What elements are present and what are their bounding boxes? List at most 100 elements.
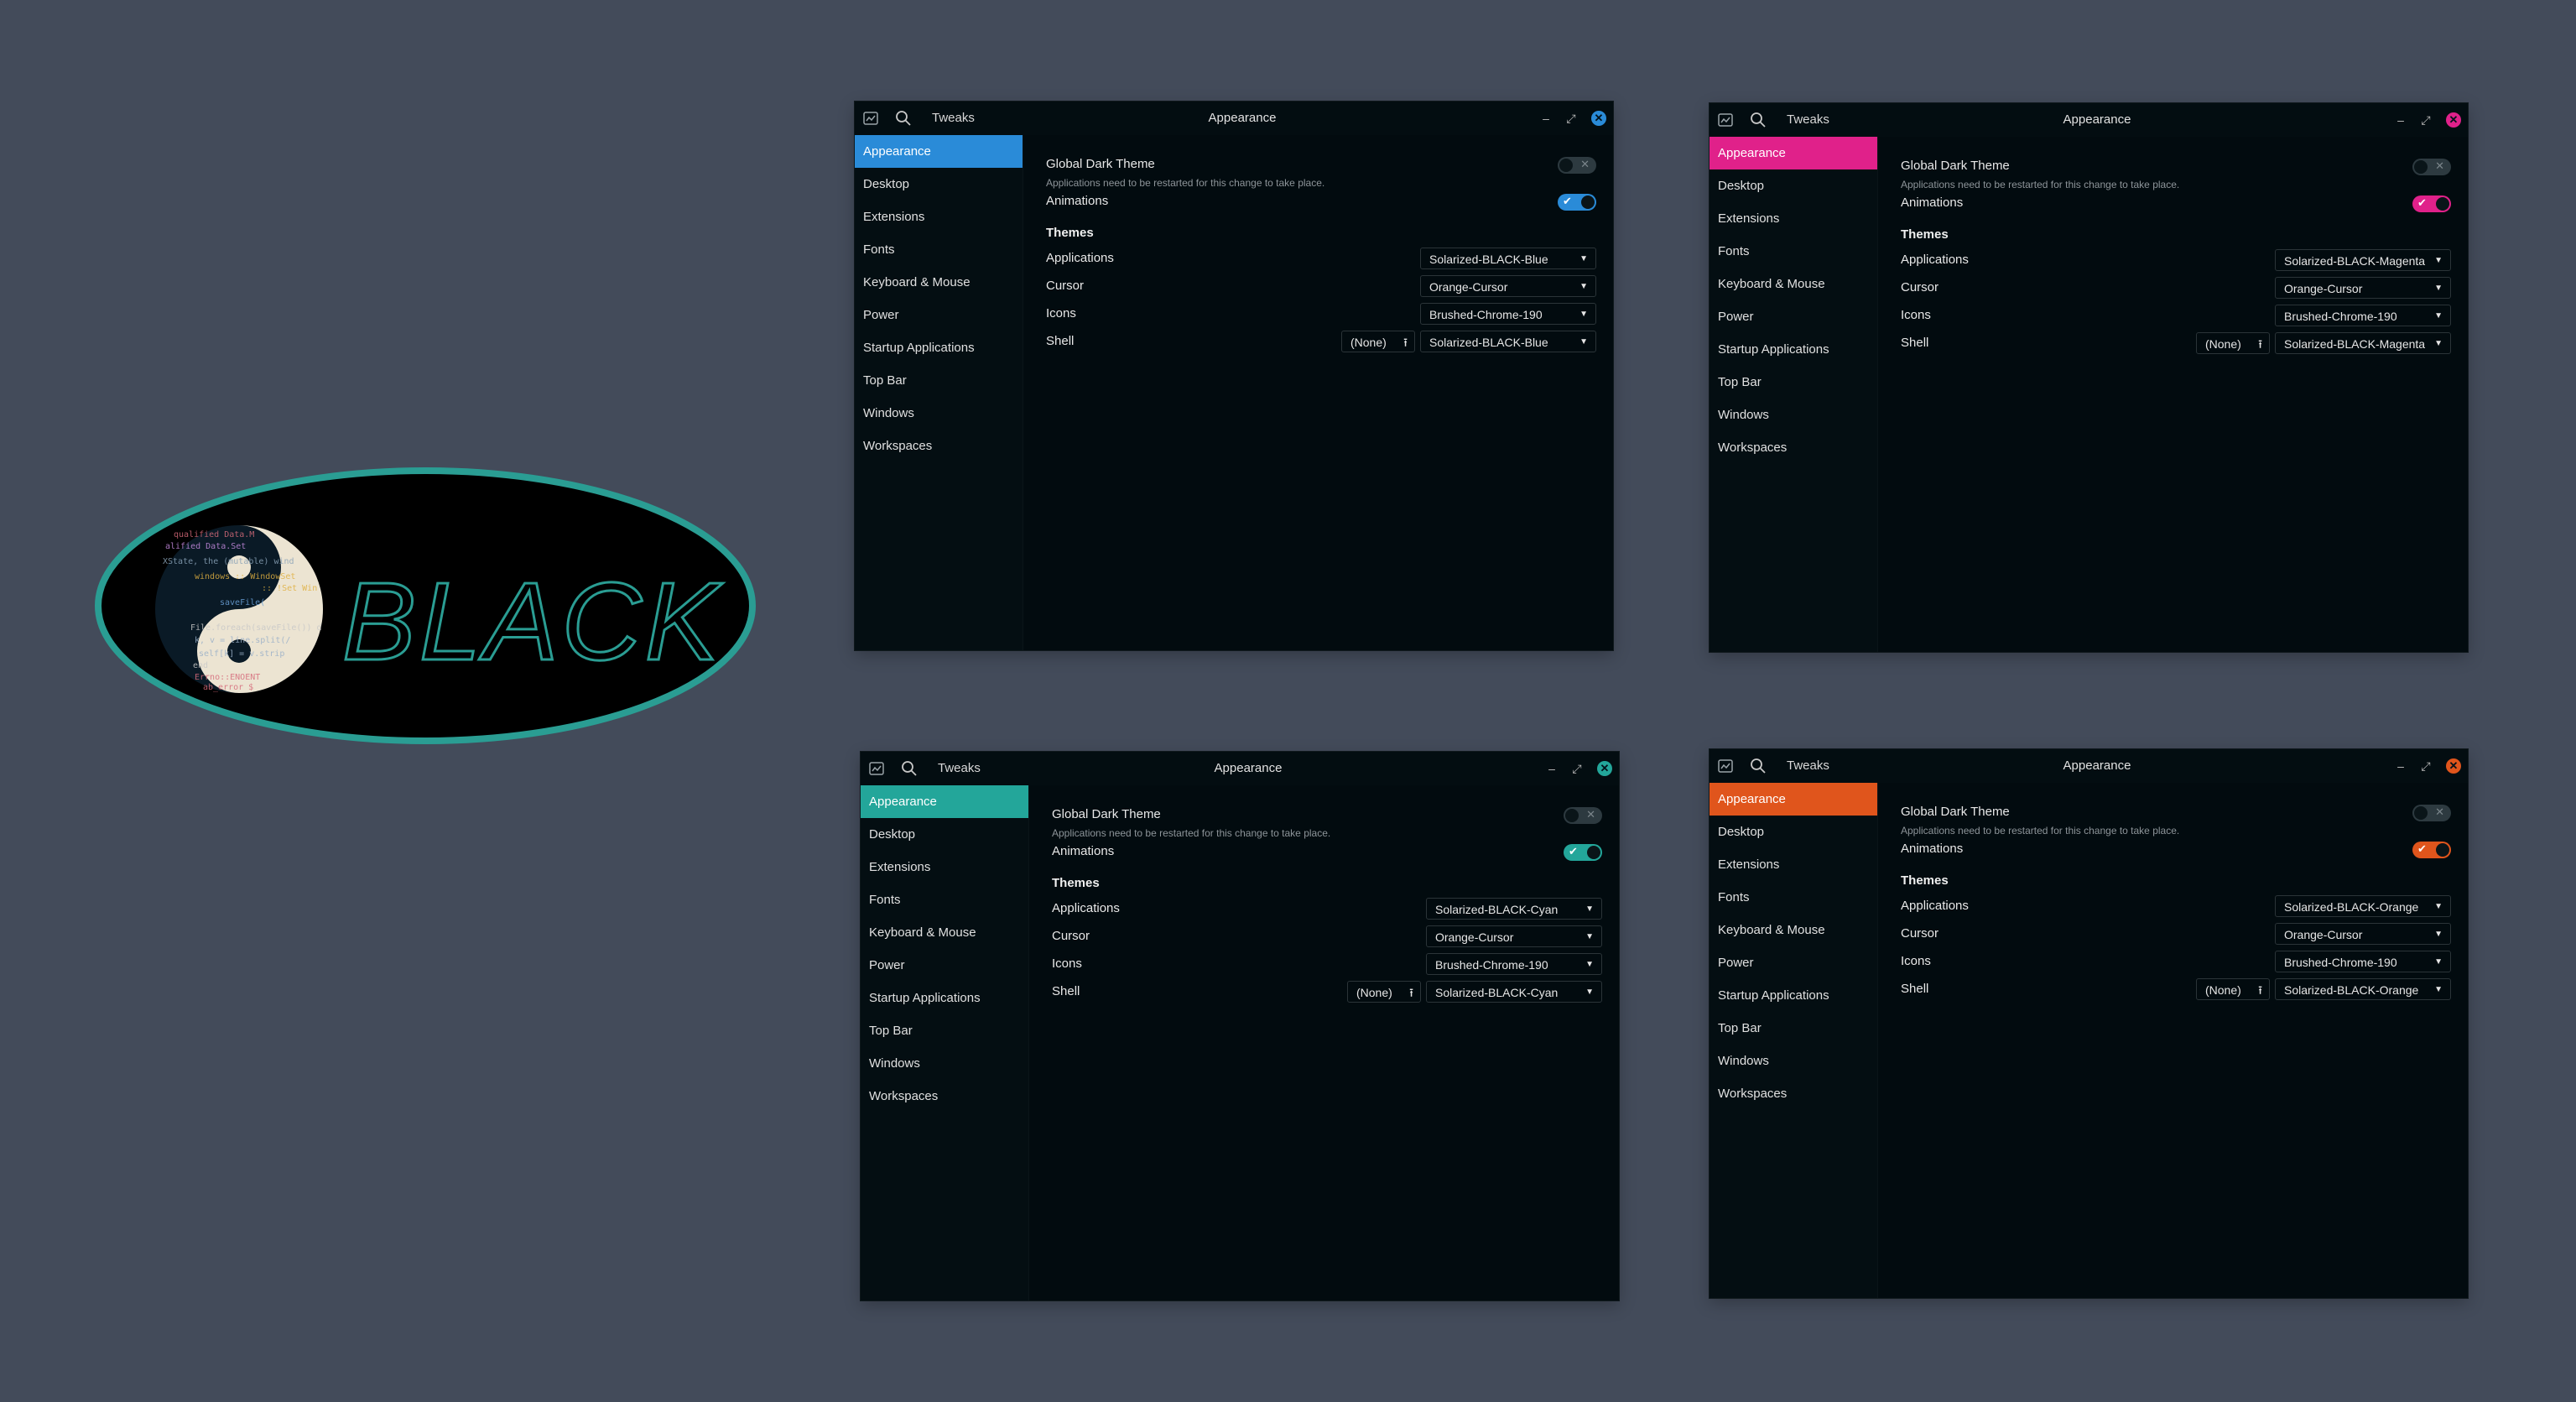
sidebar-item-keyboard-mouse[interactable]: Keyboard & Mouse xyxy=(861,916,1028,949)
icons-combo[interactable]: Brushed-Chrome-190 ▼ xyxy=(2275,305,2451,326)
minimize-button[interactable]: – xyxy=(1539,112,1553,125)
sidebar-item-extensions[interactable]: Extensions xyxy=(1710,202,1877,235)
cursor-combo[interactable]: Orange-Cursor ▼ xyxy=(1426,925,1602,947)
svg-text:Errno::ENOENT: Errno::ENOENT xyxy=(195,673,260,682)
tweaks-app-icon[interactable] xyxy=(1718,758,1733,774)
icons-combo[interactable]: Brushed-Chrome-190 ▼ xyxy=(1420,303,1596,325)
sidebar-item-keyboard-mouse[interactable]: Keyboard & Mouse xyxy=(1710,268,1877,300)
close-button[interactable]: ✕ xyxy=(2446,758,2461,774)
svg-text:File.foreach(saveFile()) d: File.foreach(saveFile()) d xyxy=(190,623,322,633)
sidebar-item-extensions[interactable]: Extensions xyxy=(861,851,1028,883)
applications-combo[interactable]: Solarized-BLACK-Magenta ▼ xyxy=(2275,249,2451,271)
applications-label: Applications xyxy=(1901,253,1969,267)
sidebar-item-appearance[interactable]: Appearance xyxy=(1710,137,1877,169)
sidebar-item-startup-applications[interactable]: Startup Applications xyxy=(861,982,1028,1014)
icons-combo[interactable]: Brushed-Chrome-190 ▼ xyxy=(1426,953,1602,975)
sidebar-item-appearance[interactable]: Appearance xyxy=(1710,783,1877,816)
shell-combo[interactable]: Solarized-BLACK-Magenta ▼ xyxy=(2275,332,2451,354)
sidebar-item-keyboard-mouse[interactable]: Keyboard & Mouse xyxy=(1710,914,1877,946)
shell-file-button[interactable]: (None) ⭱ xyxy=(2196,978,2270,1000)
global-dark-theme-switch[interactable]: ✕ xyxy=(2412,805,2451,821)
sidebar-item-desktop[interactable]: Desktop xyxy=(861,818,1028,851)
tweaks-app-icon[interactable] xyxy=(1718,112,1733,128)
shell-file-button[interactable]: (None) ⭱ xyxy=(2196,332,2270,354)
animations-switch[interactable]: ✔ xyxy=(2412,195,2451,212)
tweaks-app-icon[interactable] xyxy=(869,761,884,776)
sidebar-item-extensions[interactable]: Extensions xyxy=(1710,848,1877,881)
applications-combo[interactable]: Solarized-BLACK-Blue ▼ xyxy=(1420,248,1596,269)
tweaks-app-icon[interactable] xyxy=(863,111,878,126)
search-icon[interactable] xyxy=(895,110,912,127)
cursor-combo[interactable]: Orange-Cursor ▼ xyxy=(2275,923,2451,945)
sidebar-item-fonts[interactable]: Fonts xyxy=(861,883,1028,916)
sidebar-item-startup-applications[interactable]: Startup Applications xyxy=(1710,333,1877,366)
sidebar-item-top-bar[interactable]: Top Bar xyxy=(1710,1012,1877,1045)
search-icon[interactable] xyxy=(1750,758,1767,774)
sidebar-item-appearance[interactable]: Appearance xyxy=(855,135,1023,168)
sidebar-item-top-bar[interactable]: Top Bar xyxy=(1710,366,1877,399)
tweaks-window-magenta: Tweaks Appearance – ⤢ ✕ Appearance Deskto… xyxy=(1710,103,2468,652)
sidebar-item-workspaces[interactable]: Workspaces xyxy=(1710,431,1877,464)
tweaks-window-orange: Tweaks Appearance – ⤢ ✕ Appearance Deskto… xyxy=(1710,749,2468,1298)
global-dark-theme-switch[interactable]: ✕ xyxy=(1564,807,1602,824)
sidebar-item-fonts[interactable]: Fonts xyxy=(855,233,1023,266)
sidebar-item-desktop[interactable]: Desktop xyxy=(1710,169,1877,202)
sidebar-item-windows[interactable]: Windows xyxy=(855,397,1023,430)
sidebar-item-windows[interactable]: Windows xyxy=(1710,1045,1877,1077)
shell-combo[interactable]: Solarized-BLACK-Blue ▼ xyxy=(1420,331,1596,352)
sidebar-item-startup-applications[interactable]: Startup Applications xyxy=(1710,979,1877,1012)
app-name: Tweaks xyxy=(1787,112,1829,127)
sidebar-item-top-bar[interactable]: Top Bar xyxy=(855,364,1023,397)
sidebar-item-workspaces[interactable]: Workspaces xyxy=(861,1080,1028,1113)
shell-file-button[interactable]: (None) ⭱ xyxy=(1347,981,1421,1003)
close-button[interactable]: ✕ xyxy=(1591,111,1606,126)
sidebar-item-keyboard-mouse[interactable]: Keyboard & Mouse xyxy=(855,266,1023,299)
sidebar-item-workspaces[interactable]: Workspaces xyxy=(855,430,1023,462)
sidebar-item-windows[interactable]: Windows xyxy=(1710,399,1877,431)
search-icon[interactable] xyxy=(1750,112,1767,128)
animations-label: Animations xyxy=(1046,194,1109,208)
sidebar-item-startup-applications[interactable]: Startup Applications xyxy=(855,331,1023,364)
maximize-button[interactable]: ⤢ xyxy=(2419,759,2433,773)
sidebar-item-power[interactable]: Power xyxy=(1710,946,1877,979)
minimize-button[interactable]: – xyxy=(1545,762,1559,775)
search-icon[interactable] xyxy=(901,760,918,777)
sidebar-item-power[interactable]: Power xyxy=(1710,300,1877,333)
sidebar-item-power[interactable]: Power xyxy=(861,949,1028,982)
sidebar-item-appearance[interactable]: Appearance xyxy=(861,785,1028,818)
animations-switch[interactable]: ✔ xyxy=(2412,842,2451,858)
sidebar-item-fonts[interactable]: Fonts xyxy=(1710,881,1877,914)
sidebar-item-desktop[interactable]: Desktop xyxy=(1710,816,1877,848)
global-dark-theme-switch[interactable]: ✕ xyxy=(2412,159,2451,175)
close-button[interactable]: ✕ xyxy=(2446,112,2461,128)
animations-switch[interactable]: ✔ xyxy=(1564,844,1602,861)
maximize-button[interactable]: ⤢ xyxy=(1570,762,1584,775)
applications-combo[interactable]: Solarized-BLACK-Orange ▼ xyxy=(2275,895,2451,917)
maximize-button[interactable]: ⤢ xyxy=(2419,113,2433,127)
minimize-button[interactable]: – xyxy=(2394,759,2407,773)
icons-combo[interactable]: Brushed-Chrome-190 ▼ xyxy=(2275,951,2451,972)
sidebar-item-top-bar[interactable]: Top Bar xyxy=(861,1014,1028,1047)
applications-combo[interactable]: Solarized-BLACK-Cyan ▼ xyxy=(1426,898,1602,920)
sidebar-item-power[interactable]: Power xyxy=(855,299,1023,331)
shell-file-button[interactable]: (None) ⭱ xyxy=(1341,331,1415,352)
animations-switch[interactable]: ✔ xyxy=(1558,194,1596,211)
minimize-button[interactable]: – xyxy=(2394,113,2407,127)
animations-label: Animations xyxy=(1901,195,1964,210)
sidebar-item-extensions[interactable]: Extensions xyxy=(855,201,1023,233)
upload-icon: ⭱ xyxy=(2258,983,2262,997)
maximize-button[interactable]: ⤢ xyxy=(1564,112,1578,125)
close-button[interactable]: ✕ xyxy=(1597,761,1612,776)
cursor-combo[interactable]: Orange-Cursor ▼ xyxy=(1420,275,1596,297)
global-dark-theme-switch[interactable]: ✕ xyxy=(1558,157,1596,174)
applications-label: Applications xyxy=(1046,251,1114,265)
shell-combo[interactable]: Solarized-BLACK-Cyan ▼ xyxy=(1426,981,1602,1003)
sidebar-item-workspaces[interactable]: Workspaces xyxy=(1710,1077,1877,1110)
cursor-combo[interactable]: Orange-Cursor ▼ xyxy=(2275,277,2451,299)
shell-combo[interactable]: Solarized-BLACK-Orange ▼ xyxy=(2275,978,2451,1000)
sidebar-item-windows[interactable]: Windows xyxy=(861,1047,1028,1080)
sidebar-item-fonts[interactable]: Fonts xyxy=(1710,235,1877,268)
themes-heading: Themes xyxy=(1052,876,1100,890)
sidebar-item-desktop[interactable]: Desktop xyxy=(855,168,1023,201)
header-bar: Tweaks Appearance – ⤢ ✕ xyxy=(1710,103,2468,137)
